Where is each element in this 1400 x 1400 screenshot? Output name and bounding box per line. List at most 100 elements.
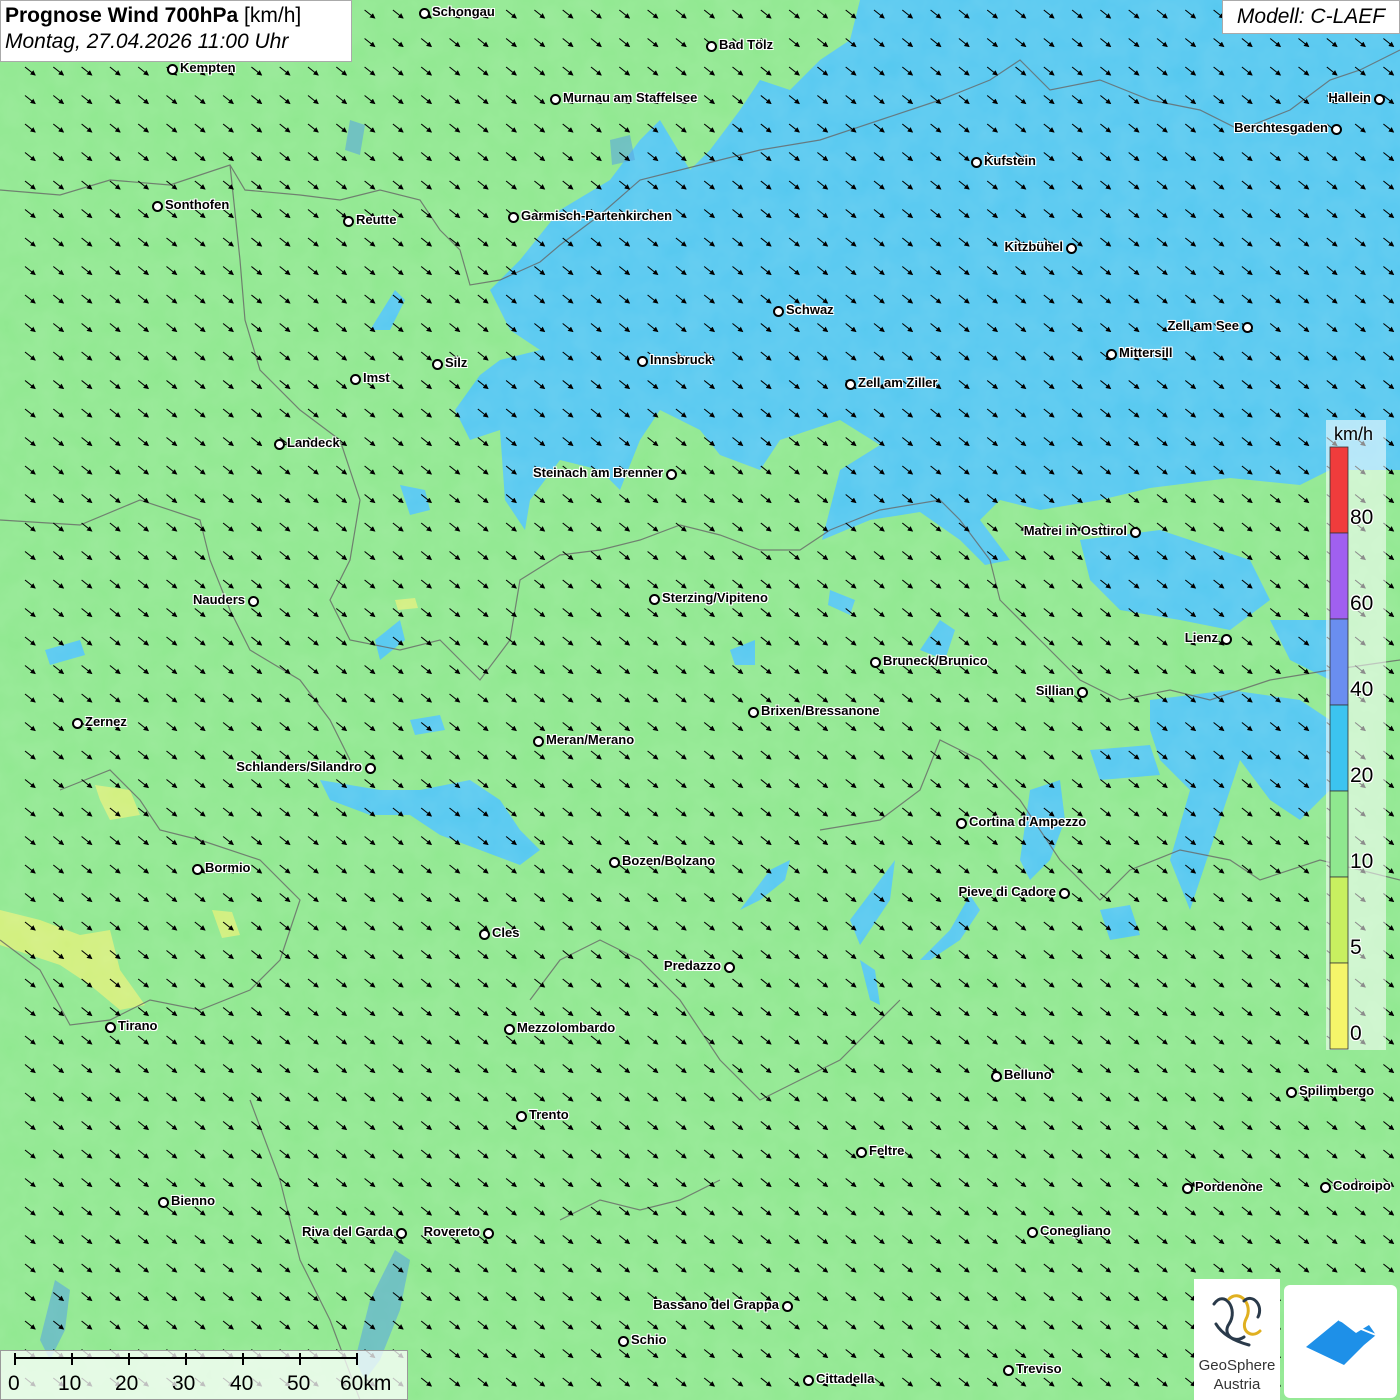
city-marker-icon — [479, 929, 490, 940]
scale-label: 50 — [287, 1372, 311, 1395]
forecast-datetime: Montag, 27.04.2026 11:00 Uhr — [5, 30, 289, 53]
city-marker-icon — [845, 379, 856, 390]
city-label: Matrei in Osttirol — [1023, 523, 1127, 538]
city-label: Pordenone — [1195, 1179, 1263, 1194]
city-marker-icon — [158, 1197, 169, 1208]
city-marker-icon — [533, 736, 544, 747]
city-marker-icon — [396, 1228, 407, 1239]
city-marker-icon — [1242, 322, 1253, 333]
city-marker-icon — [1130, 527, 1141, 538]
city-marker-icon — [803, 1375, 814, 1386]
city-label: Zell am Ziller — [858, 375, 938, 390]
city-marker-icon — [856, 1147, 867, 1158]
city-label: Mittersill — [1119, 345, 1173, 360]
city-marker-icon — [1027, 1227, 1038, 1238]
city-marker-icon — [1106, 349, 1117, 360]
city-marker-icon — [1077, 687, 1088, 698]
city-label: Bruneck/Brunico — [883, 653, 988, 668]
legend-label: 5 — [1350, 936, 1362, 959]
scale-label: 10 — [58, 1372, 82, 1395]
city-label: Imst — [363, 370, 390, 385]
city-label: Berchtesgaden — [1234, 120, 1328, 135]
city-label: Meran/Merano — [546, 732, 635, 747]
legend-label: 20 — [1350, 764, 1374, 787]
city-label: Silz — [445, 355, 468, 370]
city-marker-icon — [748, 707, 759, 718]
legend-band — [1329, 704, 1349, 792]
city-marker-icon — [105, 1022, 116, 1033]
legend-label: 10 — [1350, 850, 1374, 873]
city-label: Spilimbergo — [1299, 1083, 1375, 1098]
city-marker-icon — [618, 1336, 629, 1347]
title-unit: [km/h] — [244, 4, 302, 27]
city-marker-icon — [1374, 94, 1385, 105]
city-label: Rovereto — [423, 1224, 480, 1239]
city-marker-icon — [666, 469, 677, 480]
legend-label: 60 — [1350, 592, 1374, 615]
legend-band — [1329, 618, 1349, 706]
legend-label: 80 — [1350, 506, 1374, 529]
city-marker-icon — [192, 864, 203, 875]
city-label: Kufstein — [984, 153, 1036, 168]
app-logo — [1284, 1285, 1397, 1398]
city-label: Kempten — [180, 60, 236, 75]
city-label: Conegliano — [1040, 1223, 1111, 1238]
city-label: Trento — [529, 1107, 569, 1122]
city-label: Mezzolombardo — [517, 1020, 616, 1035]
city-label: Schongau — [432, 4, 495, 19]
legend-label: 40 — [1350, 678, 1374, 701]
austria-text: Austria — [1213, 1376, 1261, 1393]
scale-label: 60km — [340, 1372, 392, 1395]
city-marker-icon — [870, 657, 881, 668]
city-label: Tirano — [118, 1018, 158, 1033]
city-marker-icon — [504, 1024, 515, 1035]
city-marker-icon — [971, 157, 982, 168]
city-marker-icon — [706, 41, 717, 52]
legend-band — [1329, 876, 1349, 964]
city-label: Reutte — [356, 212, 397, 227]
legend-unit: km/h — [1334, 424, 1374, 444]
title-box: Prognose Wind 700hPa [km/h] Montag, 27.0… — [0, 0, 352, 62]
city-marker-icon — [72, 718, 83, 729]
legend-band — [1329, 962, 1349, 1050]
city-label: Sterzing/Vipiteno — [662, 590, 768, 605]
city-label: Cles — [492, 925, 520, 940]
city-marker-icon — [1286, 1087, 1297, 1098]
city-label: Cortina d'Ampezzo — [969, 814, 1087, 829]
city-marker-icon — [1059, 888, 1070, 899]
city-label: Pieve di Cadore — [958, 884, 1056, 899]
city-marker-icon — [1182, 1183, 1193, 1194]
scale-label: 0 — [8, 1372, 20, 1395]
city-label: Predazzo — [663, 958, 721, 973]
city-label: Sillian — [1035, 683, 1074, 698]
city-label: Innsbruck — [650, 352, 713, 367]
legend-band — [1329, 790, 1349, 878]
city-label: Codroipo — [1333, 1178, 1391, 1193]
city-marker-icon — [419, 8, 430, 19]
city-label: Schwaz — [786, 302, 834, 317]
city-label: Garmisch-Partenkirchen — [521, 208, 673, 223]
city-marker-icon — [550, 94, 561, 105]
city-marker-icon — [350, 374, 361, 385]
city-label: Zell am See — [1167, 318, 1239, 333]
city-label: Brixen/Bressanone — [761, 703, 880, 718]
legend-label: 0 — [1350, 1022, 1362, 1045]
weather-map: Prognose Wind 700hPa [km/h] Montag, 27.0… — [0, 0, 1400, 1400]
geosphere-logo-icon — [1212, 1294, 1262, 1347]
city-marker-icon — [782, 1301, 793, 1312]
city-marker-icon — [1221, 634, 1232, 645]
city-label: Steinach am Brenner — [532, 465, 663, 480]
city-marker-icon — [991, 1071, 1002, 1082]
city-marker-icon — [483, 1228, 494, 1239]
city-label: Sonthofen — [165, 197, 230, 212]
city-label: Schio — [631, 1332, 667, 1347]
city-label: Landeck — [287, 435, 340, 450]
city-label: Bormio — [205, 860, 251, 875]
city-label: Murnau am Staffelsee — [563, 90, 698, 105]
scale-label: 30 — [172, 1372, 196, 1395]
city-marker-icon — [248, 596, 259, 607]
legend-band — [1329, 532, 1349, 620]
city-marker-icon — [724, 962, 735, 973]
map-title: Prognose Wind 700hPa [km/h] — [5, 4, 347, 28]
city-marker-icon — [1331, 124, 1342, 135]
